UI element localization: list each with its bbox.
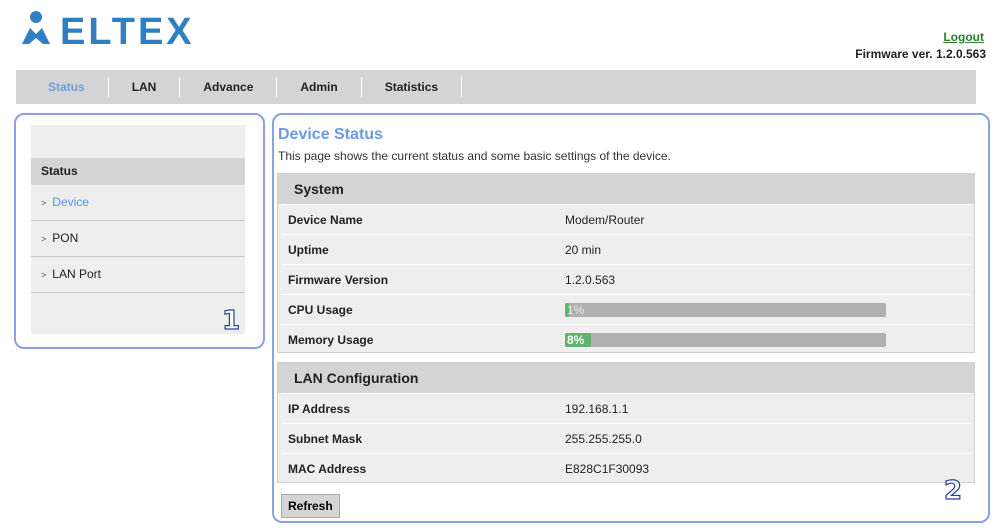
sidebar-item-device[interactable]: > Device (31, 185, 245, 221)
table-row: Subnet Mask 255.255.255.0 (281, 423, 971, 453)
sidebar-heading: Status (31, 158, 245, 185)
chevron-right-icon: > (41, 198, 47, 208)
row-value: 192.168.1.1 (565, 401, 629, 416)
eltex-logo-graphic: ELTEX (22, 11, 195, 53)
lan-configuration-panel: LAN Configuration IP Address 192.168.1.1… (277, 362, 975, 483)
tab-admin[interactable]: Admin (277, 77, 362, 97)
cpu-usage-bar: 1% (565, 302, 886, 317)
sidebar: Status > Device > PON > LAN Port (31, 125, 245, 334)
table-row: Memory Usage 8% (281, 324, 971, 354)
sidebar-item-pon[interactable]: > PON (31, 221, 245, 257)
chevron-right-icon: > (41, 270, 47, 280)
system-panel: System Device Name Modem/Router Uptime 2… (277, 173, 975, 353)
row-label: Device Name (288, 212, 363, 227)
refresh-button[interactable]: Refresh (281, 494, 340, 518)
annotation-number-1: 1 (221, 305, 241, 336)
table-row: IP Address 192.168.1.1 (281, 393, 971, 423)
sidebar-item-label: Device (52, 195, 89, 209)
tab-lan[interactable]: LAN (109, 77, 181, 97)
table-row: Firmware Version 1.2.0.563 (281, 264, 971, 294)
row-label: Uptime (288, 242, 329, 257)
sidebar-item-lan-port[interactable]: > LAN Port (31, 257, 245, 293)
table-row: Uptime 20 min (281, 234, 971, 264)
row-label: Memory Usage (288, 332, 374, 347)
row-label: MAC Address (288, 461, 367, 476)
logout-link[interactable]: Logout (943, 30, 984, 44)
sidebar-item-label: PON (52, 231, 79, 245)
tab-status[interactable]: Status (16, 77, 109, 97)
row-value: 1.2.0.563 (565, 272, 616, 287)
row-value: Modem/Router (565, 212, 645, 227)
row-label: CPU Usage (288, 302, 353, 317)
cpu-usage-value: 1% (567, 302, 585, 317)
table-row: MAC Address E828C1F30093 (281, 453, 971, 483)
eltex-logo: ELTEX (16, 8, 216, 53)
sidebar-item-label: LAN Port (52, 267, 101, 281)
lan-configuration-heading: LAN Configuration (278, 363, 974, 393)
page-description: This page shows the current status and s… (278, 149, 671, 163)
table-row: CPU Usage 1% (281, 294, 971, 324)
row-label: Firmware Version (288, 272, 389, 287)
memory-usage-bar: 8% (565, 332, 886, 347)
firmware-version: Firmware ver. 1.2.0.563 (855, 47, 986, 61)
logo-wordmark: ELTEX (60, 11, 195, 52)
chevron-right-icon: > (41, 234, 47, 244)
top-nav: Status LAN Advance Admin Statistics (16, 70, 976, 104)
system-heading: System (278, 174, 974, 204)
row-value: 255.255.255.0 (565, 431, 642, 446)
row-value: E828C1F30093 (565, 461, 650, 476)
tab-statistics[interactable]: Statistics (362, 77, 463, 97)
memory-usage-value: 8% (567, 332, 585, 347)
row-value: 20 min (565, 242, 602, 257)
page-title: Device Status (278, 126, 383, 143)
row-label: Subnet Mask (288, 431, 363, 446)
table-row: Device Name Modem/Router (281, 204, 971, 234)
row-label: IP Address (288, 401, 351, 416)
annotation-number-2: 2 (943, 475, 963, 506)
tab-advance[interactable]: Advance (180, 77, 278, 97)
